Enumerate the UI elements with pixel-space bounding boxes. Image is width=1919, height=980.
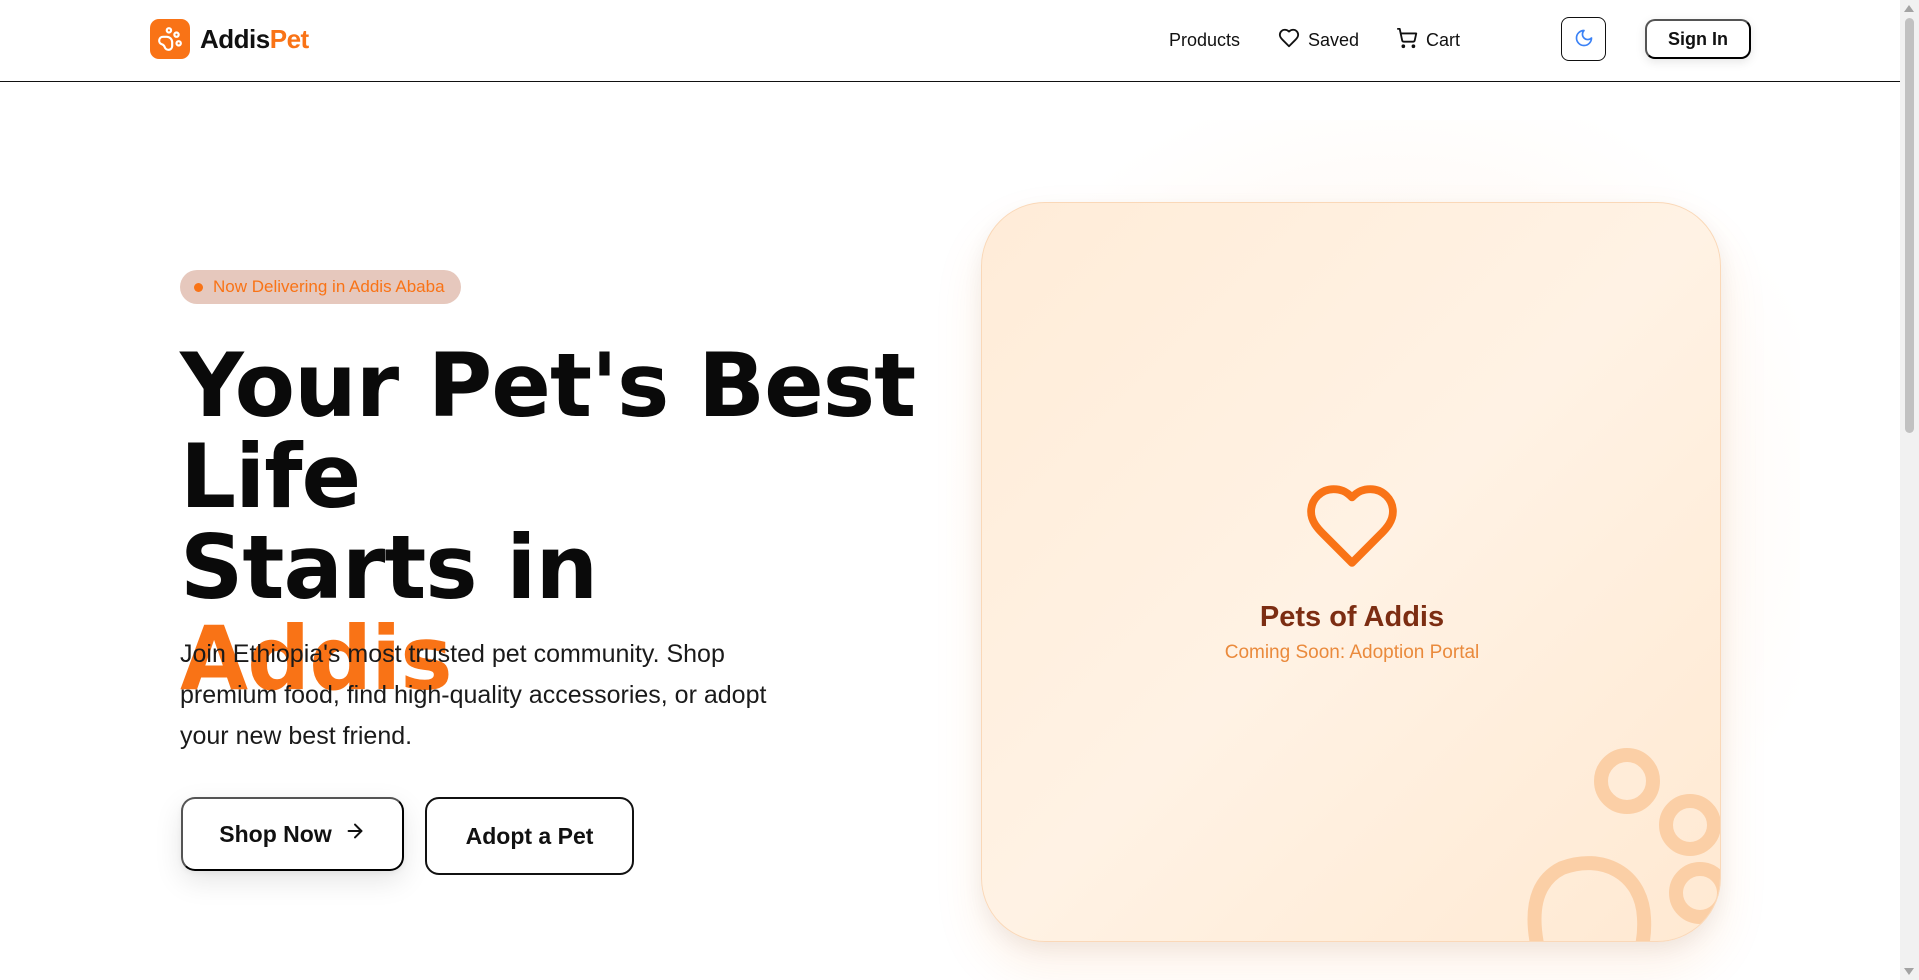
theme-toggle-button[interactable] bbox=[1561, 17, 1606, 61]
top-navbar: AddisPet Products Saved Cart Sign In bbox=[0, 0, 1900, 82]
status-dot-icon bbox=[194, 282, 203, 292]
brand-logo[interactable]: AddisPet bbox=[150, 19, 309, 59]
nav-products-label: Products bbox=[1169, 29, 1241, 50]
sign-in-button[interactable]: Sign In bbox=[1645, 19, 1751, 59]
page: AddisPet Products Saved Cart Sign In Now… bbox=[0, 0, 1919, 980]
nav-cart[interactable]: Cart bbox=[1396, 24, 1460, 56]
arrow-right-icon bbox=[344, 820, 366, 848]
hero-description: Join Ethiopia's most trusted pet communi… bbox=[180, 640, 767, 750]
paw-decoration-icon bbox=[1527, 748, 1720, 941]
delivery-badge-label: Now Delivering in Addis Ababa bbox=[213, 277, 445, 296]
heart-icon bbox=[1278, 27, 1300, 54]
page-scrollbar[interactable] bbox=[1900, 0, 1919, 980]
delivery-badge: Now Delivering in Addis Ababa bbox=[180, 270, 461, 304]
scroll-up-arrow-icon[interactable] bbox=[1904, 5, 1914, 12]
nav-cart-label: Cart bbox=[1426, 29, 1461, 50]
headline-line-2: Life bbox=[180, 425, 361, 528]
adoption-card: Pets of Addis Coming Soon: Adoption Port… bbox=[981, 202, 1721, 942]
headline-line-1: Your Pet's Best bbox=[180, 334, 916, 437]
card-subtitle: Coming Soon: Adoption Portal bbox=[1224, 642, 1480, 663]
card-title: Pets of Addis bbox=[1259, 601, 1445, 633]
shop-now-label: Shop Now bbox=[219, 820, 332, 847]
brand-name: AddisPet bbox=[200, 23, 309, 54]
moon-icon bbox=[1574, 28, 1594, 51]
nav-saved[interactable]: Saved bbox=[1278, 24, 1359, 56]
nav-products[interactable]: Products bbox=[1169, 24, 1240, 56]
scrollbar-thumb[interactable] bbox=[1905, 18, 1914, 433]
nav-saved-label: Saved bbox=[1308, 29, 1360, 50]
cart-icon bbox=[1396, 27, 1418, 54]
adopt-pet-button[interactable]: Adopt a Pet bbox=[425, 797, 634, 875]
heart-icon bbox=[1302, 481, 1402, 571]
scroll-down-arrow-icon[interactable] bbox=[1904, 968, 1914, 975]
headline-line-3-prefix: Starts in bbox=[180, 516, 598, 619]
shop-now-button[interactable]: Shop Now bbox=[181, 797, 404, 871]
paw-icon bbox=[150, 19, 190, 59]
